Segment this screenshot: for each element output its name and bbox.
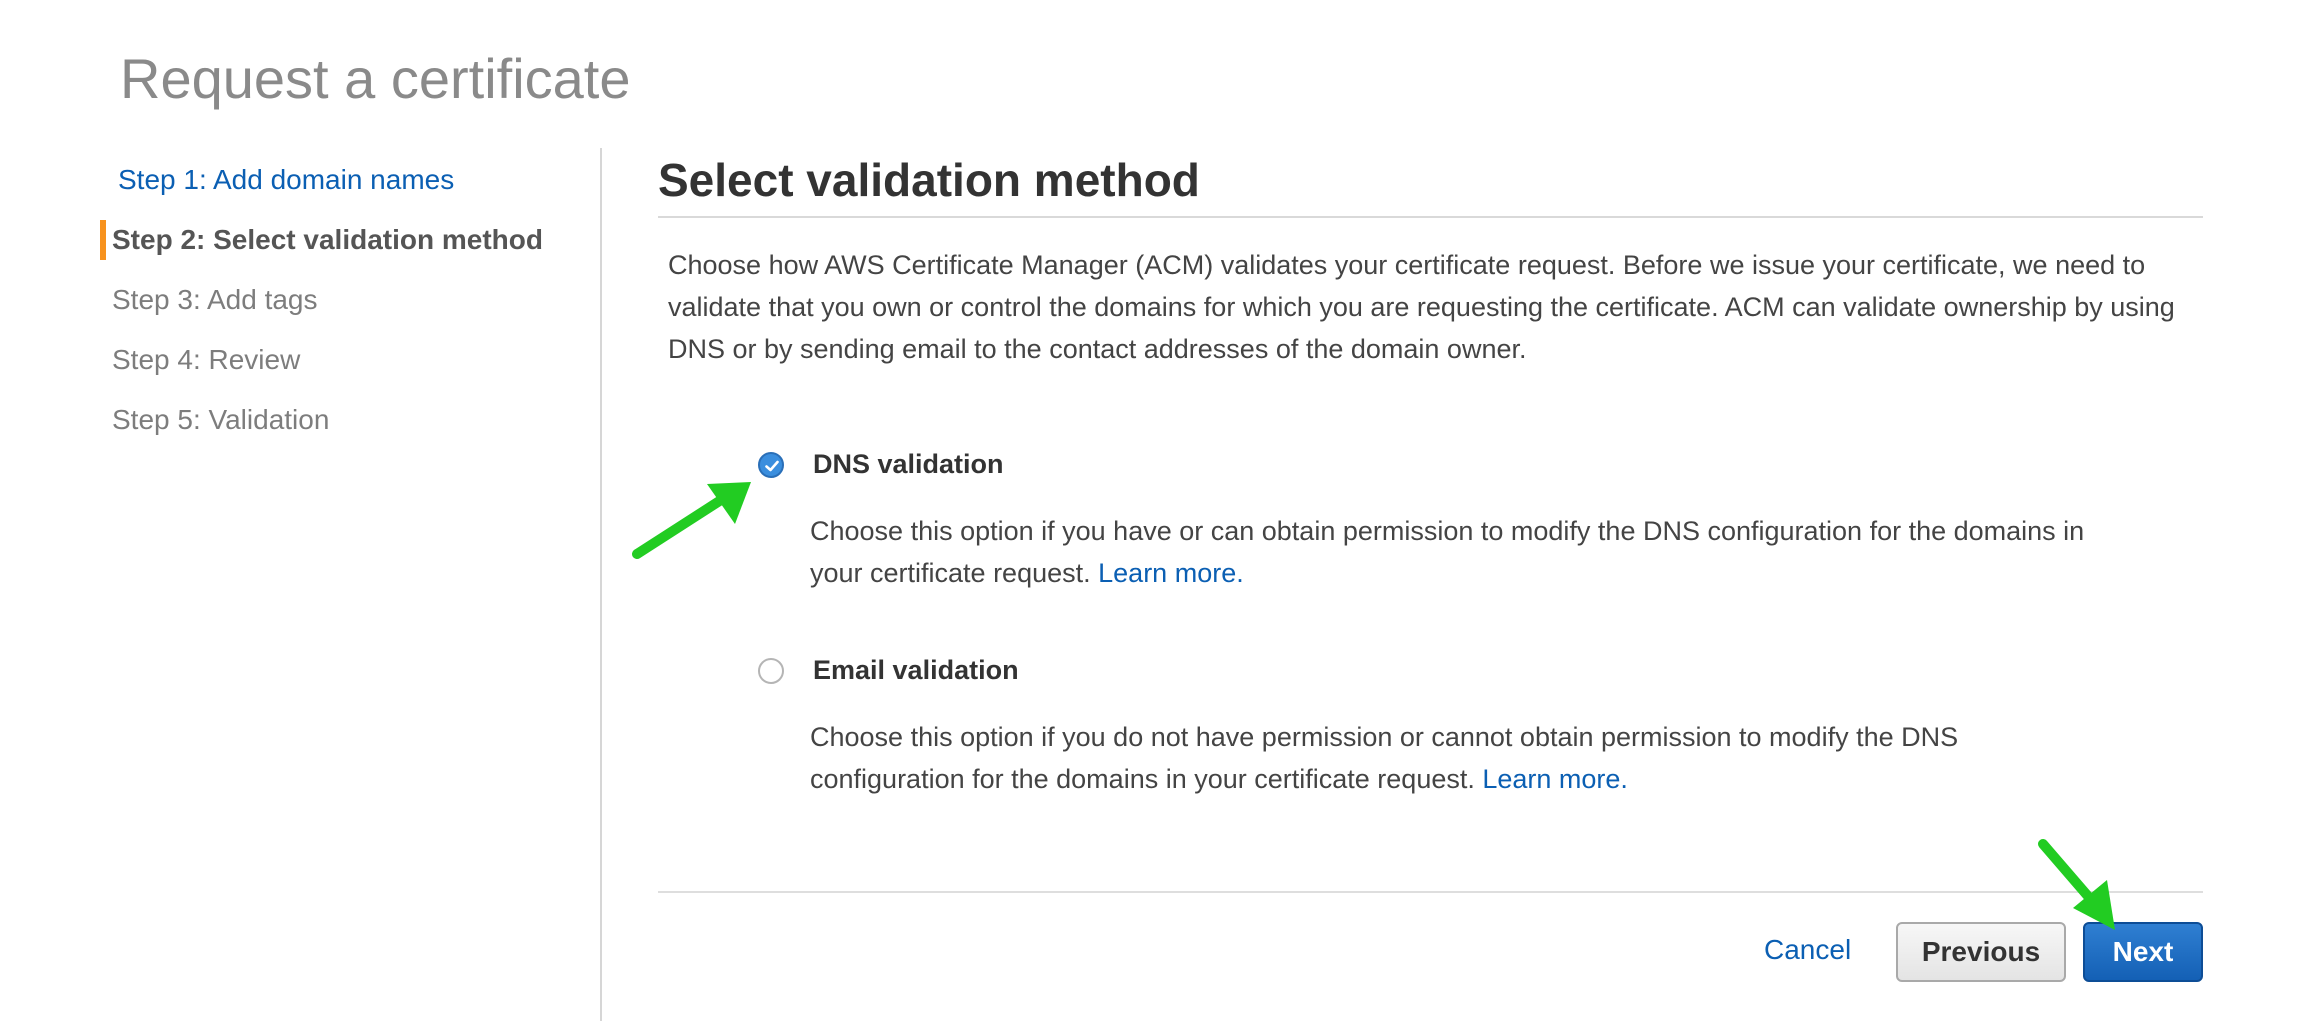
section-title: Select validation method xyxy=(658,150,2203,218)
dns-validation-radio[interactable] xyxy=(758,452,784,478)
email-validation-label[interactable]: Email validation xyxy=(813,650,1019,690)
check-circle-icon xyxy=(765,460,779,472)
main-panel: Select validation method Choose how AWS … xyxy=(658,150,2203,794)
email-validation-radio[interactable] xyxy=(758,658,784,684)
dns-validation-description-text: Choose this option if you have or can ob… xyxy=(810,516,2085,588)
section-description: Choose how AWS Certificate Manager (ACM)… xyxy=(668,250,2175,364)
next-button[interactable]: Next xyxy=(2083,922,2203,982)
sidebar-step-select-validation-method: Step 2: Select validation method xyxy=(100,210,580,270)
dns-validation-radio-row[interactable]: DNS validation xyxy=(758,440,2058,490)
email-validation-description: Choose this option if you do not have pe… xyxy=(810,716,2090,800)
email-learn-more-link[interactable]: Learn more. xyxy=(1482,764,1628,794)
dns-validation-label[interactable]: DNS validation xyxy=(813,444,1004,484)
sidebar-step-add-domain-names[interactable]: Step 1: Add domain names xyxy=(100,150,580,210)
wizard-steps-sidebar: Step 1: Add domain names Step 2: Select … xyxy=(100,150,580,450)
page-title: Request a certificate xyxy=(120,47,631,110)
page: Request a certificate Step 1: Add domain… xyxy=(0,0,2313,1021)
cancel-link[interactable]: Cancel xyxy=(1764,930,1851,970)
sidebar-step-review: Step 4: Review xyxy=(112,344,301,375)
dns-validation-option: DNS validation Choose this option if you… xyxy=(758,440,2084,594)
sidebar-step-validation: Step 5: Validation xyxy=(112,404,330,435)
dns-validation-description: Choose this option if you have or can ob… xyxy=(810,510,2090,594)
sidebar-step-add-tags: Step 3: Add tags xyxy=(112,284,318,315)
email-validation-description-text: Choose this option if you do not have pe… xyxy=(810,722,1959,794)
sidebar-divider xyxy=(600,148,602,1021)
footer-divider xyxy=(658,891,2203,893)
previous-button[interactable]: Previous xyxy=(1896,922,2066,982)
dns-learn-more-link[interactable]: Learn more. xyxy=(1098,558,1244,588)
email-validation-option: Email validation Choose this option if y… xyxy=(758,646,2058,800)
green-arrow-icon xyxy=(632,482,751,559)
email-validation-radio-row[interactable]: Email validation xyxy=(758,646,2058,696)
